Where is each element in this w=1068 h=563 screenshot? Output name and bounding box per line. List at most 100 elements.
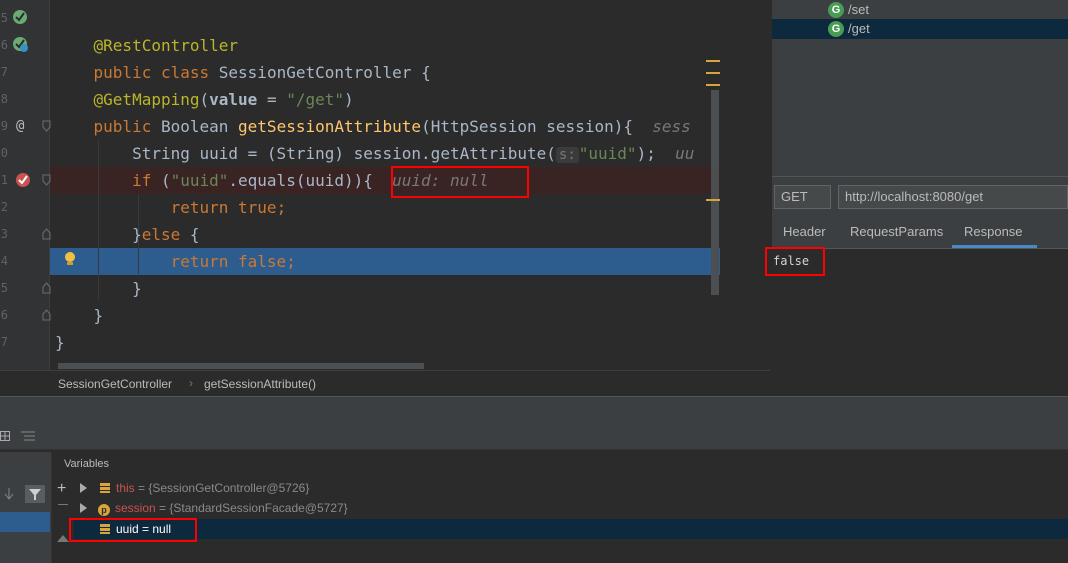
code-text: (HttpSession session){ <box>421 117 653 136</box>
expand-arrow-icon[interactable] <box>80 503 87 513</box>
spring-component-icon[interactable] <box>12 36 28 52</box>
arrow-down-icon[interactable] <box>4 488 14 500</box>
variable-content: this = {SessionGetController@5726} <box>100 478 309 498</box>
horizontal-scrollbar[interactable] <box>58 363 424 369</box>
tool-window-divider[interactable] <box>0 396 1068 422</box>
code-keyword: true <box>228 198 277 217</box>
filter-icon[interactable] <box>25 485 45 503</box>
code-line: } <box>55 329 718 356</box>
http-method-select[interactable]: GET <box>774 185 831 209</box>
line-number: 1 <box>0 173 8 187</box>
code-editor[interactable]: 5 6 7 8 9 0 1 2 3 4 5 6 7 @ @RestControl… <box>0 0 770 370</box>
spring-bean-icon[interactable] <box>12 9 28 25</box>
fold-marker-icon[interactable] <box>42 309 51 321</box>
tab-header[interactable]: Header <box>783 218 826 248</box>
code-keyword: false <box>228 252 287 271</box>
line-number: 2 <box>0 200 8 214</box>
code-inline-hint: uu <box>675 144 695 163</box>
get-method-icon: G <box>828 2 844 18</box>
fold-marker-icon[interactable] <box>42 228 51 240</box>
code-line: public class SessionGetController { <box>55 32 718 82</box>
variables-header: Variables <box>52 452 1068 476</box>
code-line: }else { <box>55 221 718 248</box>
fold-marker-icon[interactable] <box>42 282 51 294</box>
code-text: = <box>257 90 287 109</box>
code-text: } <box>93 306 104 325</box>
code-keyword: class <box>160 63 210 82</box>
code-line: @RestController <box>55 5 718 55</box>
debugger-panel: Variables + this = {SessionGetController… <box>0 422 1068 563</box>
code-line: if ("uuid".equals(uuid)){ uuid: null <box>55 167 718 194</box>
variable-eq: = <box>155 501 170 515</box>
endpoint-path: /get <box>848 21 870 36</box>
field-icon <box>100 483 110 493</box>
variable-eq: = <box>134 481 149 495</box>
code-text: Boolean <box>151 117 239 136</box>
line-number: 5 <box>0 11 8 25</box>
breadcrumb-class[interactable]: SessionGetController <box>58 377 172 391</box>
debugger-toolbar <box>0 422 1068 450</box>
threads-layout-icon[interactable] <box>21 431 35 441</box>
line-number: 7 <box>0 65 8 79</box>
endpoint-path: /set <box>848 2 869 17</box>
variable-content: p session = {StandardSessionFacade@5727} <box>98 498 348 518</box>
line-number: 7 <box>0 335 8 349</box>
code-string: "uuid" <box>578 144 637 163</box>
breadcrumb-method[interactable]: getSessionAttribute() <box>204 377 316 391</box>
variable-row-selected[interactable]: uuid = null <box>74 519 1068 539</box>
error-stripe-mark[interactable] <box>706 72 720 74</box>
code-text: } <box>55 333 65 352</box>
frames-list[interactable] <box>0 452 52 563</box>
code-line: String uuid = (String) session.getAttrib… <box>55 140 718 167</box>
line-number: 4 <box>0 254 8 268</box>
editor-gutter[interactable]: 5 6 7 8 9 0 1 2 3 4 5 6 7 @ <box>0 0 75 370</box>
variable-row[interactable]: this = {SessionGetController@5726} <box>74 478 1068 498</box>
highlight-box <box>391 166 529 198</box>
code-keyword: return <box>170 252 229 271</box>
get-method-icon: G <box>828 21 844 37</box>
breadcrumb-separator: › <box>189 376 193 390</box>
breakpoint-icon[interactable] <box>15 172 31 188</box>
endpoint-item-set[interactable]: G /set <box>772 0 1068 20</box>
fold-marker-icon[interactable] <box>42 174 51 186</box>
editor-scrollbar[interactable] <box>711 90 719 295</box>
code-keyword: public <box>93 63 152 82</box>
code-line: } <box>55 302 718 329</box>
minus-icon[interactable] <box>58 504 68 505</box>
code-text: ( <box>151 171 171 190</box>
line-number: 8 <box>0 92 8 106</box>
variable-row[interactable]: p session = {StandardSessionFacade@5727} <box>74 498 1068 518</box>
fold-marker-icon[interactable] <box>42 120 51 132</box>
code-text: } <box>132 225 142 244</box>
variable-value: {SessionGetController@5726} <box>148 481 310 495</box>
line-number: 9 <box>0 119 8 133</box>
url-input[interactable]: http://localhost:8080/get <box>838 185 1068 209</box>
frames-layout-icon[interactable] <box>0 431 10 441</box>
parameter-hint: s: <box>555 147 579 163</box>
expand-arrow-icon[interactable] <box>80 483 87 493</box>
code-text: ; <box>286 252 296 271</box>
endpoint-item-get[interactable]: G /get <box>772 19 1068 39</box>
error-stripe-mark[interactable] <box>706 84 720 86</box>
code-string: "/get" <box>286 90 345 109</box>
code-attribute: value <box>209 90 258 109</box>
selected-frame[interactable] <box>0 512 50 532</box>
request-mapping-icon[interactable]: @ <box>16 118 24 134</box>
parameter-icon: p <box>98 504 110 516</box>
code-class-name: SessionGetController { <box>209 63 431 82</box>
code-annotation: @GetMapping <box>93 90 200 109</box>
rest-client-panel: G /set G /get GET http://localhost:8080/… <box>772 0 1068 396</box>
code-line: public Boolean getSessionAttribute(HttpS… <box>55 113 718 140</box>
scroll-up-icon[interactable] <box>57 535 69 542</box>
highlight-box <box>69 518 197 542</box>
code-method-name: getSessionAttribute <box>238 117 422 136</box>
tab-response[interactable]: Response <box>964 218 1023 248</box>
code-string: "uuid" <box>170 171 229 190</box>
code-text: ) <box>344 90 354 109</box>
code-text: String uuid = (String) session.getAttrib… <box>132 144 556 163</box>
error-stripe-mark[interactable] <box>706 199 720 201</box>
code-line: @GetMapping(value = "/get") <box>55 86 718 113</box>
error-stripe-mark[interactable] <box>706 60 720 62</box>
add-watch-button[interactable]: + <box>57 480 66 498</box>
tab-request-params[interactable]: RequestParams <box>850 218 943 248</box>
